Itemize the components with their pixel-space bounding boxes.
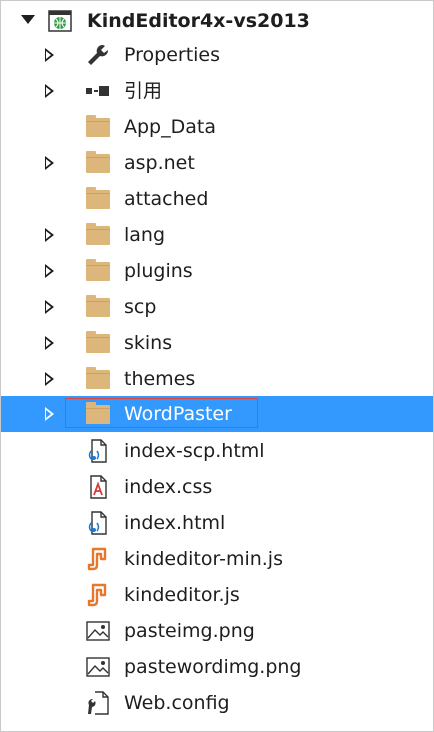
tree-item-label: attached — [124, 188, 209, 210]
folder-icon — [85, 258, 111, 284]
tree-item-lang[interactable]: lang — [1, 217, 433, 253]
tree-item-app-data[interactable]: App_Data — [1, 109, 433, 145]
tree-item-label: skins — [124, 332, 173, 354]
folder-icon — [85, 150, 111, 176]
js-file-icon — [85, 582, 111, 608]
tree-item-label: index-scp.html — [124, 440, 265, 462]
expand-arrow-icon[interactable] — [45, 48, 54, 62]
expand-arrow-icon[interactable] — [45, 228, 54, 242]
tree-item-label: lang — [124, 224, 166, 246]
tree-item-label: plugins — [124, 260, 193, 282]
tree-item-label: Properties — [124, 44, 221, 66]
config-file-icon — [85, 690, 111, 716]
tree-item-label: pastewordimg.png — [124, 656, 302, 678]
folder-icon — [85, 294, 111, 320]
tree-item-label: themes — [124, 368, 196, 390]
folder-icon — [85, 366, 111, 392]
tree-item-themes[interactable]: themes — [1, 361, 433, 397]
tree-item-index-css[interactable]: index.css — [1, 469, 433, 505]
expand-arrow-icon[interactable] — [45, 300, 54, 314]
expand-arrow-icon[interactable] — [45, 372, 54, 386]
html-file-icon — [85, 510, 111, 536]
folder-icon — [85, 186, 111, 212]
tree-item-kindeditor-min-js[interactable]: kindeditor-min.js — [1, 541, 433, 577]
collapse-arrow-icon[interactable] — [21, 15, 35, 24]
tree-item-label: kindeditor.js — [124, 584, 240, 606]
expand-arrow-icon[interactable] — [45, 336, 54, 350]
tree-item-label: asp.net — [124, 152, 195, 174]
folder-icon — [85, 330, 111, 356]
image-file-icon — [85, 654, 111, 680]
tree-item-skins[interactable]: skins — [1, 325, 433, 361]
wrench-icon — [85, 42, 111, 68]
expand-arrow-icon[interactable] — [45, 156, 54, 170]
tree-item-scp[interactable]: scp — [1, 289, 433, 325]
tree-item-attached[interactable]: attached — [1, 181, 433, 217]
web-globe-icon — [47, 8, 73, 34]
folder-icon — [85, 114, 111, 140]
tree-item-label: kindeditor-min.js — [124, 548, 283, 570]
tree-item-pastewordimg-png[interactable]: pastewordimg.png — [1, 649, 433, 685]
tree-item-label: App_Data — [124, 116, 216, 138]
solution-explorer-tree: KindEditor4x-vs2013 Properties 引用 App_Da… — [0, 0, 434, 732]
tree-item-asp-net[interactable]: asp.net — [1, 145, 433, 181]
tree-item-label: index.html — [124, 512, 226, 534]
references-icon — [85, 78, 111, 104]
tree-item-plugins[interactable]: plugins — [1, 253, 433, 289]
project-node[interactable]: KindEditor4x-vs2013 — [1, 3, 433, 39]
tree-item-web-config[interactable]: Web.config — [1, 685, 433, 721]
tree-item-pasteimg-png[interactable]: pasteimg.png — [1, 613, 433, 649]
project-name: KindEditor4x-vs2013 — [87, 10, 310, 32]
tree-item-index-scp-html[interactable]: index-scp.html — [1, 433, 433, 469]
highlight-box — [65, 398, 258, 428]
tree-item-label: scp — [124, 296, 157, 318]
image-file-icon — [85, 618, 111, 644]
tree-item-label: Web.config — [124, 692, 230, 714]
tree-item-properties[interactable]: Properties — [1, 37, 433, 73]
html-file-icon — [85, 438, 111, 464]
tree-item-index-html[interactable]: index.html — [1, 505, 433, 541]
tree-item-label: index.css — [124, 476, 213, 498]
js-file-icon — [85, 546, 111, 572]
tree-item-label: pasteimg.png — [124, 620, 255, 642]
folder-icon — [85, 222, 111, 248]
css-file-icon — [85, 474, 111, 500]
tree-item-label: 引用 — [124, 80, 163, 102]
expand-arrow-icon[interactable] — [45, 84, 54, 98]
tree-item-wordpaster[interactable]: WordPaster — [1, 396, 433, 432]
expand-arrow-icon[interactable] — [45, 407, 54, 421]
expand-arrow-icon[interactable] — [45, 264, 54, 278]
tree-item-kindeditor-js[interactable]: kindeditor.js — [1, 577, 433, 613]
tree-item-references[interactable]: 引用 — [1, 73, 433, 109]
